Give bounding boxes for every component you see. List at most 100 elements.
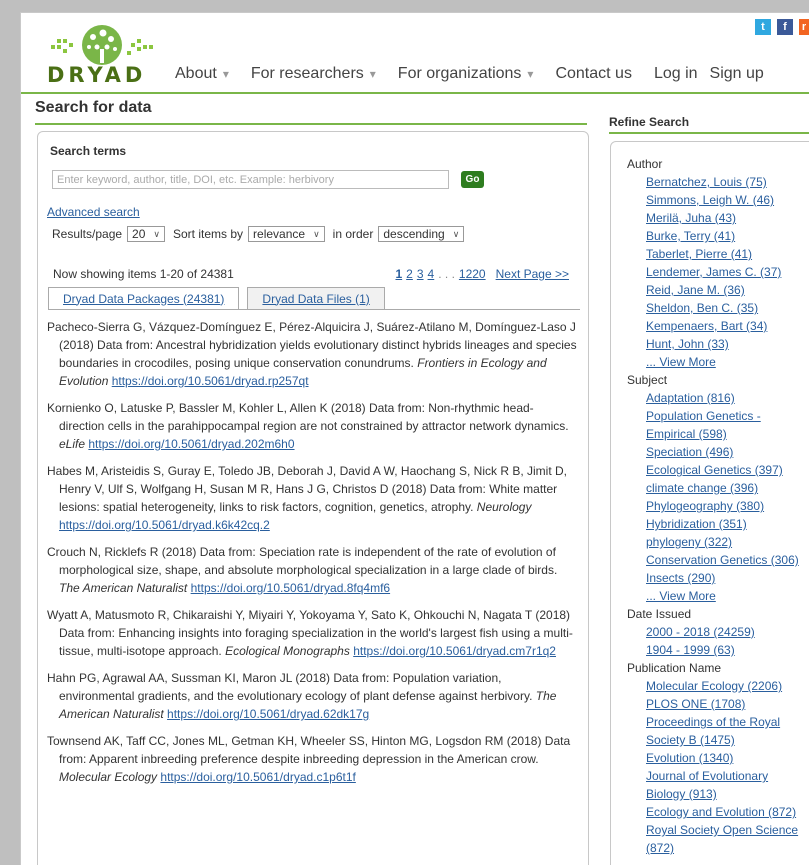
page-link[interactable]: 3 bbox=[417, 267, 424, 281]
page-link[interactable]: 2 bbox=[406, 267, 413, 281]
result-tabs: Dryad Data Packages (24381) Dryad Data F… bbox=[48, 287, 385, 309]
facet-item[interactable]: PLOS ONE (1708) bbox=[627, 695, 809, 713]
facet-item[interactable]: Hunt, John (33) bbox=[627, 335, 809, 353]
facet-item[interactable]: Ecology and Evolution (872) bbox=[627, 803, 809, 821]
facet-item[interactable]: Reid, Jane M. (36) bbox=[627, 281, 809, 299]
facet-item[interactable]: Ecological Genetics (397) bbox=[627, 461, 809, 479]
facet-item[interactable]: Royal Society Open Science bbox=[627, 821, 809, 839]
facet-item[interactable]: Kempenaers, Bart (34) bbox=[627, 317, 809, 335]
doi-link[interactable]: https://doi.org/10.5061/dryad.rp257qt bbox=[112, 374, 309, 388]
facet-item[interactable]: Burke, Terry (41) bbox=[627, 227, 809, 245]
refine-sidebar: Author Bernatchez, Louis (75) Simmons, L… bbox=[610, 141, 809, 865]
facet-item[interactable]: phylogeny (322) bbox=[627, 533, 809, 551]
facebook-icon[interactable]: f bbox=[777, 19, 793, 35]
facet-item[interactable]: 2000 - 2018 (24259) bbox=[627, 623, 809, 641]
nav-contact[interactable]: Contact us bbox=[555, 65, 631, 83]
journal-name: Molecular Ecology bbox=[59, 770, 158, 784]
facet-item[interactable]: Taberlet, Pierre (41) bbox=[627, 245, 809, 263]
facet-item[interactable]: Proceedings of the Royal bbox=[627, 713, 809, 731]
title-underline bbox=[35, 123, 587, 125]
doi-link[interactable]: https://doi.org/10.5061/dryad.cm7r1q2 bbox=[353, 644, 556, 658]
page-link-last[interactable]: 1220 bbox=[459, 267, 486, 281]
logo-wordmark[interactable]: DRYAD bbox=[47, 63, 146, 87]
facet-item[interactable]: Conservation Genetics (306) bbox=[627, 551, 809, 569]
facet-item[interactable]: 1904 - 1999 (63) bbox=[627, 641, 809, 659]
header-divider bbox=[21, 92, 809, 94]
facet-item[interactable]: climate change (396) bbox=[627, 479, 809, 497]
result-controls: Results/page 20 ∨ Sort items by relevance… bbox=[52, 226, 472, 242]
page: t f r DRYAD About ▾ For researchers ▾ For … bbox=[20, 12, 809, 865]
facet-heading: Author bbox=[627, 157, 663, 171]
sort-by-label: Sort items by bbox=[173, 227, 244, 241]
results-per-page-select[interactable]: 20 ∨ bbox=[127, 226, 165, 242]
facet-item[interactable]: Merilä, Juha (43) bbox=[627, 209, 809, 227]
doi-link[interactable]: https://doi.org/10.5061/dryad.62dk17g bbox=[167, 707, 369, 721]
doi-link[interactable]: https://doi.org/10.5061/dryad.202m6h0 bbox=[88, 437, 294, 451]
facet-item[interactable]: Molecular Ecology (2206) bbox=[627, 677, 809, 695]
list-item: Wyatt A, Matusmoto R, Chikaraishi Y, Miy… bbox=[47, 608, 573, 658]
facet-item[interactable]: Biology (913) bbox=[627, 785, 809, 803]
facet-item[interactable]: Hybridization (351) bbox=[627, 515, 809, 533]
search-terms-label: Search terms bbox=[50, 144, 127, 158]
view-more-link[interactable]: ... View More bbox=[627, 587, 809, 605]
facet-item[interactable]: Insects (290) bbox=[627, 569, 809, 587]
list-item: Townsend AK, Taff CC, Jones ML, Getman K… bbox=[47, 734, 571, 784]
facet-item[interactable]: Journal of Evolutionary bbox=[627, 767, 809, 785]
facet-item[interactable]: Sheldon, Ben C. (35) bbox=[627, 299, 809, 317]
facet-item[interactable]: Population Genetics - bbox=[627, 407, 809, 425]
refine-underline bbox=[609, 132, 809, 134]
facet-item[interactable]: (872) bbox=[627, 839, 809, 857]
doi-link[interactable]: https://doi.org/10.5061/dryad.c1p6t1f bbox=[160, 770, 355, 784]
results-per-page-label: Results/page bbox=[52, 227, 123, 241]
page-title: Search for data bbox=[35, 99, 152, 116]
pagination-ellipsis: . . . bbox=[438, 267, 455, 281]
twitter-icon[interactable]: t bbox=[755, 19, 771, 35]
advanced-search-link[interactable]: Advanced search bbox=[47, 205, 140, 219]
facet-item[interactable]: Speciation (496) bbox=[627, 443, 809, 461]
doi-link[interactable]: https://doi.org/10.5061/dryad.k6k42cq.2 bbox=[59, 518, 270, 532]
list-item: Pacheco-Sierra G, Vázquez-Domínguez E, P… bbox=[47, 320, 577, 388]
tab-data-files[interactable]: Dryad Data Files (1) bbox=[247, 287, 385, 309]
facet-item[interactable]: Empirical (598) bbox=[627, 425, 809, 443]
tab-data-packages[interactable]: Dryad Data Packages (24381) bbox=[48, 287, 240, 309]
rss-icon[interactable]: r bbox=[799, 19, 809, 35]
chevron-down-icon: ▾ bbox=[527, 67, 534, 81]
order-label: in order bbox=[332, 227, 374, 241]
search-input[interactable] bbox=[52, 170, 449, 189]
chevron-down-icon: ∨ bbox=[313, 228, 320, 239]
main-nav: About ▾ For researchers ▾ For organization… bbox=[175, 65, 776, 83]
order-select[interactable]: descending ∨ bbox=[378, 226, 465, 242]
page-link[interactable]: 4 bbox=[428, 267, 435, 281]
facet-heading: Date Issued bbox=[627, 607, 692, 621]
nav-login[interactable]: Log in bbox=[654, 65, 698, 83]
nav-about[interactable]: About ▾ bbox=[175, 65, 229, 83]
doi-link[interactable]: https://doi.org/10.5061/dryad.8fq4mf6 bbox=[191, 581, 390, 595]
results-list: Pacheco-Sierra G, Vázquez-Domínguez E, P… bbox=[47, 318, 579, 795]
list-item: Kornienko O, Latuske P, Bassler M, Kohle… bbox=[47, 401, 569, 451]
view-more-link[interactable]: ... View More bbox=[627, 353, 809, 371]
facet-item[interactable]: Adaptation (816) bbox=[627, 389, 809, 407]
next-page-link[interactable]: Next Page >> bbox=[496, 267, 569, 281]
facet-item[interactable]: Phylogeography (380) bbox=[627, 497, 809, 515]
journal-name: Ecological Monographs bbox=[225, 644, 350, 658]
journal-name: eLife bbox=[59, 437, 86, 451]
nav-for-researchers[interactable]: For researchers ▾ bbox=[251, 65, 376, 83]
nav-for-organizations[interactable]: For organizations ▾ bbox=[398, 65, 534, 83]
nav-signup[interactable]: Sign up bbox=[710, 65, 764, 83]
chevron-down-icon: ∨ bbox=[153, 228, 160, 239]
facet-item[interactable]: Bernatchez, Louis (75) bbox=[627, 173, 809, 191]
list-item: Hahn PG, Agrawal AA, Sussman KI, Maron J… bbox=[47, 671, 557, 721]
sort-by-select[interactable]: relevance ∨ bbox=[248, 226, 325, 242]
facet-item[interactable]: Evolution (1340) bbox=[627, 749, 809, 767]
facet-heading: Publication Name bbox=[627, 661, 722, 675]
journal-name: Neurology bbox=[476, 500, 532, 514]
chevron-down-icon: ▾ bbox=[369, 67, 376, 81]
go-button[interactable]: Go bbox=[461, 171, 484, 188]
social-links: t f r bbox=[755, 19, 809, 35]
page-link-current[interactable]: 1 bbox=[395, 267, 402, 281]
chevron-down-icon: ∨ bbox=[452, 228, 460, 239]
facet-item[interactable]: Society B (1475) bbox=[627, 731, 809, 749]
showing-count: Now showing items 1-20 of 24381 bbox=[53, 267, 234, 281]
facet-item[interactable]: Simmons, Leigh W. (46) bbox=[627, 191, 809, 209]
facet-item[interactable]: Lendemer, James C. (37) bbox=[627, 263, 809, 281]
